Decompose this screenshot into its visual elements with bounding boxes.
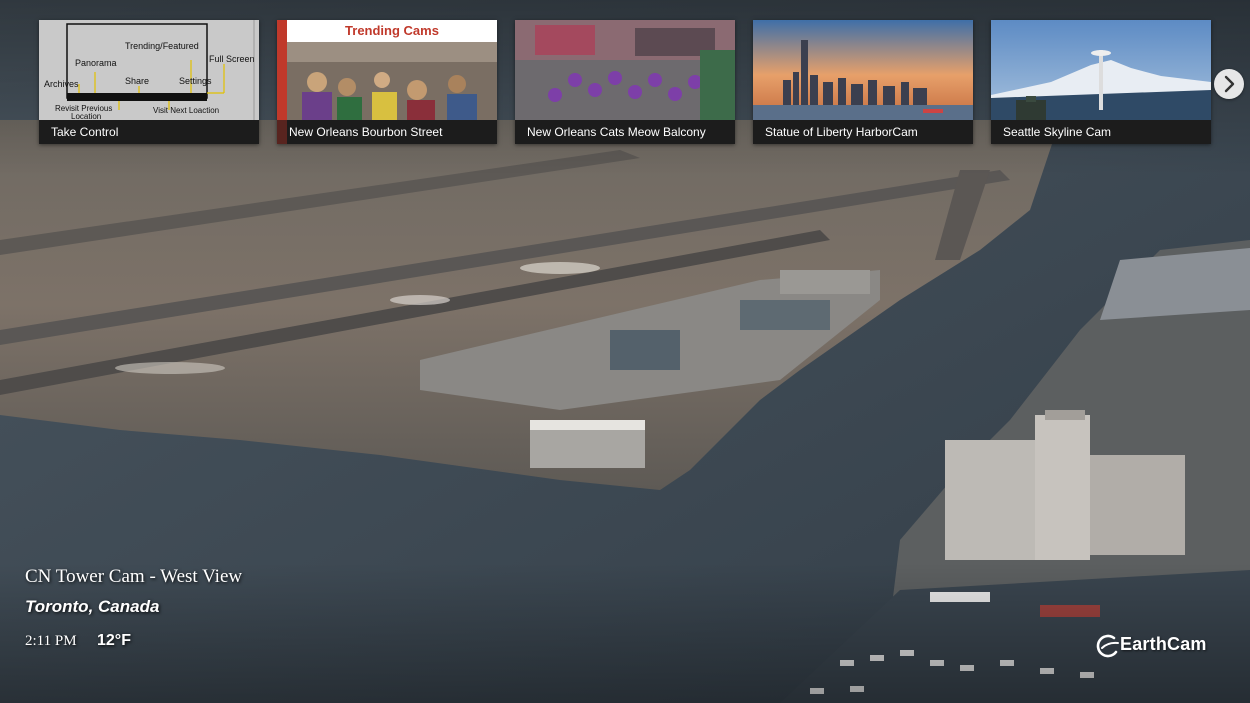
seattle-skyline-preview (991, 20, 1211, 120)
thumbnail-caption: Seattle Skyline Cam (991, 120, 1211, 144)
camera-location: Toronto, Canada (25, 597, 160, 616)
tc-label-archives: Archives (44, 79, 79, 89)
earthcam-logo-icon (1096, 634, 1119, 658)
thumbnail-seattle-skyline[interactable]: Seattle Skyline Cam (991, 20, 1211, 144)
tc-label-visit-next: Visit Next Loaction (153, 106, 220, 115)
chevron-right-icon (1224, 75, 1235, 93)
tc-label-trending: Trending/Featured (125, 41, 199, 51)
take-control-diagram: Trending/Featured Full Screen Panorama S… (39, 20, 259, 121)
cats-meow-preview (515, 20, 735, 120)
temperature: 12°F (97, 632, 131, 649)
statue-of-liberty-preview (753, 20, 973, 120)
tc-label-panorama: Panorama (75, 58, 117, 68)
featured-cams-carousel: Trending/Featured Full Screen Panorama S… (0, 0, 1250, 160)
thumbnail-caption: Statue of Liberty HarborCam (753, 120, 973, 144)
thumbnail-bourbon-street[interactable]: Trending Cams New Orleans Bourbon Street (277, 20, 497, 144)
bourbon-street-preview (287, 42, 497, 120)
thumbnail-caption: Take Control (39, 120, 259, 144)
earthcam-logo-text: EarthCam (1120, 634, 1207, 654)
tc-label-full-screen: Full Screen (209, 54, 255, 64)
tc-label-settings: Settings (179, 76, 212, 86)
trending-cams-header: Trending Cams (287, 20, 497, 42)
thumbnail-take-control[interactable]: Trending/Featured Full Screen Panorama S… (39, 20, 259, 144)
thumbnail-caption: New Orleans Bourbon Street (277, 120, 497, 144)
camera-title: CN Tower Cam - West View (25, 566, 243, 587)
thumbnail-cats-meow-balcony[interactable]: New Orleans Cats Meow Balcony (515, 20, 735, 144)
earthcam-logo[interactable]: EarthCam (1094, 630, 1229, 660)
carousel-next-button[interactable] (1214, 69, 1244, 99)
local-time: 2:11 PM (25, 633, 77, 649)
thumbnail-caption: New Orleans Cats Meow Balcony (515, 120, 735, 144)
thumbnail-statue-of-liberty[interactable]: Statue of Liberty HarborCam (753, 20, 973, 144)
tc-label-share: Share (125, 76, 150, 86)
